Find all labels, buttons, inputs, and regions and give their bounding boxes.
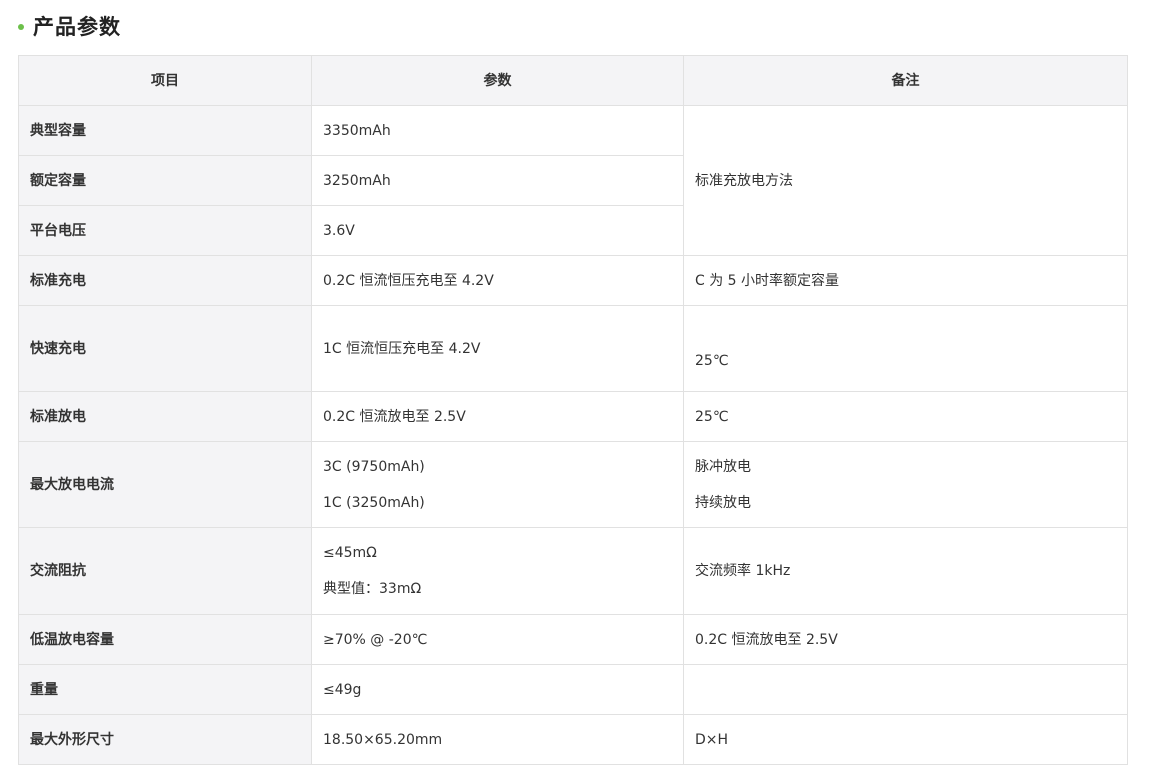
bullet-dot-icon [18,24,24,30]
row-label: 最大外形尺寸 [18,714,312,765]
row-value: 3250mAh [311,155,684,206]
row-value-line: 1C (3250mAh) [323,494,425,511]
row-label: 标准充电 [18,255,312,306]
table-row: 标准充电 0.2C 恒流恒压充电至 4.2V C 为 5 小时率额定容量 [18,255,1128,306]
row-label: 最大放电电流 [18,441,312,528]
row-label: 快速充电 [18,305,312,392]
row-value: 1C 恒流恒压充电至 4.2V [311,305,684,392]
row-value-line: 3C (9750mAh) [323,458,425,475]
table-row: 快速充电 1C 恒流恒压充电至 4.2V 25℃ [18,305,1128,392]
row-label: 平台电压 [18,205,312,256]
section-title: 产品参数 [33,15,121,39]
row-value: 18.50×65.20mm [311,714,684,765]
row-note-line: 持续放电 [695,494,751,511]
row-value-line: 典型值：33mΩ [323,581,422,597]
row-value-line: ≤45mΩ [323,545,377,561]
table-header-row: 项目 参数 备注 [18,55,1128,106]
header-note: 备注 [683,55,1128,106]
row-value: ≤45mΩ 典型值：33mΩ [311,527,684,615]
table-row: 交流阻抗 ≤45mΩ 典型值：33mΩ 交流频率 1kHz [18,527,1128,615]
table-row: 典型容量 3350mAh 标准充放电方法 [18,105,1128,256]
row-note: C 为 5 小时率额定容量 [683,255,1128,306]
row-value: 0.2C 恒流放电至 2.5V [311,391,684,442]
row-note: 0.2C 恒流放电至 2.5V [683,614,1128,665]
row-value: 3.6V [311,205,684,256]
table-row: 标准放电 0.2C 恒流放电至 2.5V 25℃ [18,391,1128,442]
row-value: ≤49g [311,664,684,715]
header-item: 项目 [18,55,312,106]
row-label: 典型容量 [18,105,312,156]
row-note: 交流频率 1kHz [683,527,1128,615]
row-note: 25℃ [683,305,1128,392]
row-value: 0.2C 恒流恒压充电至 4.2V [311,255,684,306]
row-value: 3C (9750mAh) 1C (3250mAh) [311,441,684,528]
merged-note: 标准充放电方法 [683,105,1128,256]
row-label: 低温放电容量 [18,614,312,665]
row-label: 标准放电 [18,391,312,442]
row-note-line: 脉冲放电 [695,458,751,475]
row-value: ≥70% @ -20℃ [311,614,684,665]
row-note: 25℃ [683,391,1128,442]
table-row: 最大放电电流 3C (9750mAh) 1C (3250mAh) 脉冲放电 持续… [18,441,1128,528]
row-note [683,664,1128,715]
row-note: D×H [683,714,1128,765]
section-header: 产品参数 [18,10,121,42]
row-note: 脉冲放电 持续放电 [683,441,1128,528]
header-value: 参数 [311,55,684,106]
table-row: 重量 ≤49g [18,664,1128,715]
row-note-text: 25℃ [695,352,729,369]
row-label: 重量 [18,664,312,715]
table-row: 低温放电容量 ≥70% @ -20℃ 0.2C 恒流放电至 2.5V [18,614,1128,665]
row-label: 交流阻抗 [18,527,312,615]
row-label: 额定容量 [18,155,312,206]
table-row: 最大外形尺寸 18.50×65.20mm D×H [18,714,1128,765]
product-parameters-table: 项目 参数 备注 典型容量 3350mAh 标准充放电方法 额定容量 3250m… [18,55,1128,765]
row-value: 3350mAh [311,105,684,156]
